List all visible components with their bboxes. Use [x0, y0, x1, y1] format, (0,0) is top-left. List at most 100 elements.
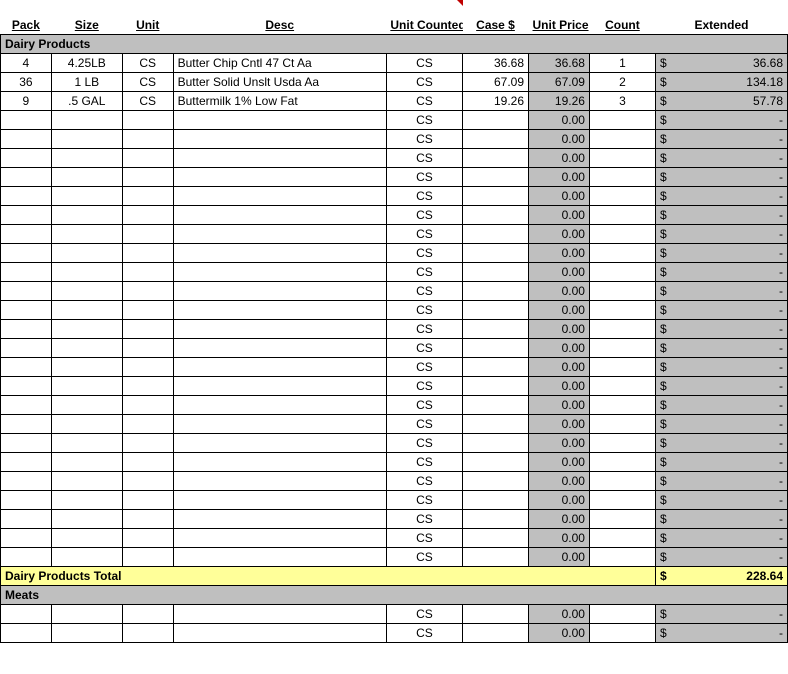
desc-cell[interactable]	[173, 395, 386, 414]
size-cell[interactable]	[51, 186, 122, 205]
case-cell[interactable]	[463, 376, 529, 395]
case-cell[interactable]	[463, 471, 529, 490]
desc-cell[interactable]	[173, 547, 386, 566]
price-cell[interactable]: 0.00	[529, 395, 590, 414]
desc-cell[interactable]	[173, 300, 386, 319]
unit-cell[interactable]	[122, 528, 173, 547]
count-cell[interactable]	[589, 186, 655, 205]
unit-cell[interactable]	[122, 167, 173, 186]
case-cell[interactable]: 36.68	[463, 53, 529, 72]
size-cell[interactable]	[51, 129, 122, 148]
case-cell[interactable]	[463, 357, 529, 376]
price-cell[interactable]: 36.68	[529, 53, 590, 72]
size-cell[interactable]	[51, 300, 122, 319]
unit-cell[interactable]	[122, 148, 173, 167]
desc-cell[interactable]	[173, 129, 386, 148]
desc-cell[interactable]	[173, 281, 386, 300]
extended-cell[interactable]: $-	[655, 281, 787, 300]
desc-cell[interactable]	[173, 509, 386, 528]
extended-cell[interactable]: $-	[655, 243, 787, 262]
size-cell[interactable]	[51, 224, 122, 243]
price-cell[interactable]: 0.00	[529, 243, 590, 262]
case-cell[interactable]	[463, 452, 529, 471]
count-cell[interactable]	[589, 319, 655, 338]
size-cell[interactable]	[51, 528, 122, 547]
pack-cell[interactable]	[1, 110, 52, 129]
price-cell[interactable]: 0.00	[529, 186, 590, 205]
uc-cell[interactable]: CS	[386, 376, 462, 395]
case-cell[interactable]	[463, 281, 529, 300]
count-cell[interactable]	[589, 414, 655, 433]
extended-cell[interactable]: $-	[655, 110, 787, 129]
uc-cell[interactable]: CS	[386, 547, 462, 566]
count-cell[interactable]	[589, 262, 655, 281]
size-cell[interactable]	[51, 433, 122, 452]
desc-cell[interactable]	[173, 262, 386, 281]
header-unit-price[interactable]: Unit Price	[529, 0, 590, 34]
uc-cell[interactable]: CS	[386, 53, 462, 72]
count-cell[interactable]	[589, 167, 655, 186]
uc-cell[interactable]: CS	[386, 338, 462, 357]
extended-cell[interactable]: $-	[655, 186, 787, 205]
case-cell[interactable]	[463, 414, 529, 433]
desc-cell[interactable]	[173, 490, 386, 509]
pack-cell[interactable]	[1, 433, 52, 452]
uc-cell[interactable]: CS	[386, 167, 462, 186]
extended-cell[interactable]: $-	[655, 319, 787, 338]
price-cell[interactable]: 0.00	[529, 281, 590, 300]
unit-cell[interactable]	[122, 338, 173, 357]
size-cell[interactable]	[51, 110, 122, 129]
size-cell[interactable]	[51, 148, 122, 167]
pack-cell[interactable]	[1, 167, 52, 186]
desc-cell[interactable]	[173, 148, 386, 167]
extended-cell[interactable]: $-	[655, 262, 787, 281]
desc-cell[interactable]	[173, 623, 386, 642]
extended-cell[interactable]: $-	[655, 224, 787, 243]
size-cell[interactable]	[51, 395, 122, 414]
extended-cell[interactable]: $-	[655, 205, 787, 224]
uc-cell[interactable]: CS	[386, 186, 462, 205]
uc-cell[interactable]: CS	[386, 205, 462, 224]
size-cell[interactable]	[51, 262, 122, 281]
case-cell[interactable]	[463, 490, 529, 509]
extended-cell[interactable]: $36.68	[655, 53, 787, 72]
pack-cell[interactable]	[1, 148, 52, 167]
count-cell[interactable]	[589, 338, 655, 357]
total-extended[interactable]: $228.64	[655, 566, 787, 585]
unit-cell[interactable]	[122, 509, 173, 528]
price-cell[interactable]: 0.00	[529, 110, 590, 129]
header-size[interactable]: Size	[51, 0, 122, 34]
size-cell[interactable]	[51, 509, 122, 528]
price-cell[interactable]: 0.00	[529, 224, 590, 243]
pack-cell[interactable]	[1, 300, 52, 319]
size-cell[interactable]	[51, 623, 122, 642]
count-cell[interactable]	[589, 300, 655, 319]
uc-cell[interactable]: CS	[386, 110, 462, 129]
header-pack[interactable]: Pack	[1, 0, 52, 34]
extended-cell[interactable]: $-	[655, 471, 787, 490]
size-cell[interactable]: 4.25LB	[51, 53, 122, 72]
count-cell[interactable]	[589, 357, 655, 376]
extended-cell[interactable]: $-	[655, 357, 787, 376]
unit-cell[interactable]	[122, 490, 173, 509]
desc-cell[interactable]	[173, 528, 386, 547]
pack-cell[interactable]	[1, 623, 52, 642]
unit-cell[interactable]	[122, 623, 173, 642]
size-cell[interactable]	[51, 319, 122, 338]
price-cell[interactable]: 67.09	[529, 72, 590, 91]
uc-cell[interactable]: CS	[386, 528, 462, 547]
count-cell[interactable]	[589, 224, 655, 243]
count-cell[interactable]	[589, 623, 655, 642]
unit-cell[interactable]	[122, 300, 173, 319]
case-cell[interactable]	[463, 300, 529, 319]
extended-cell[interactable]: $-	[655, 604, 787, 623]
count-cell[interactable]	[589, 452, 655, 471]
count-cell[interactable]: 3	[589, 91, 655, 110]
pack-cell[interactable]	[1, 205, 52, 224]
unit-cell[interactable]	[122, 547, 173, 566]
total-label[interactable]: Dairy Products Total	[1, 566, 656, 585]
size-cell[interactable]	[51, 205, 122, 224]
size-cell[interactable]: .5 GAL	[51, 91, 122, 110]
desc-cell[interactable]	[173, 452, 386, 471]
desc-cell[interactable]	[173, 357, 386, 376]
